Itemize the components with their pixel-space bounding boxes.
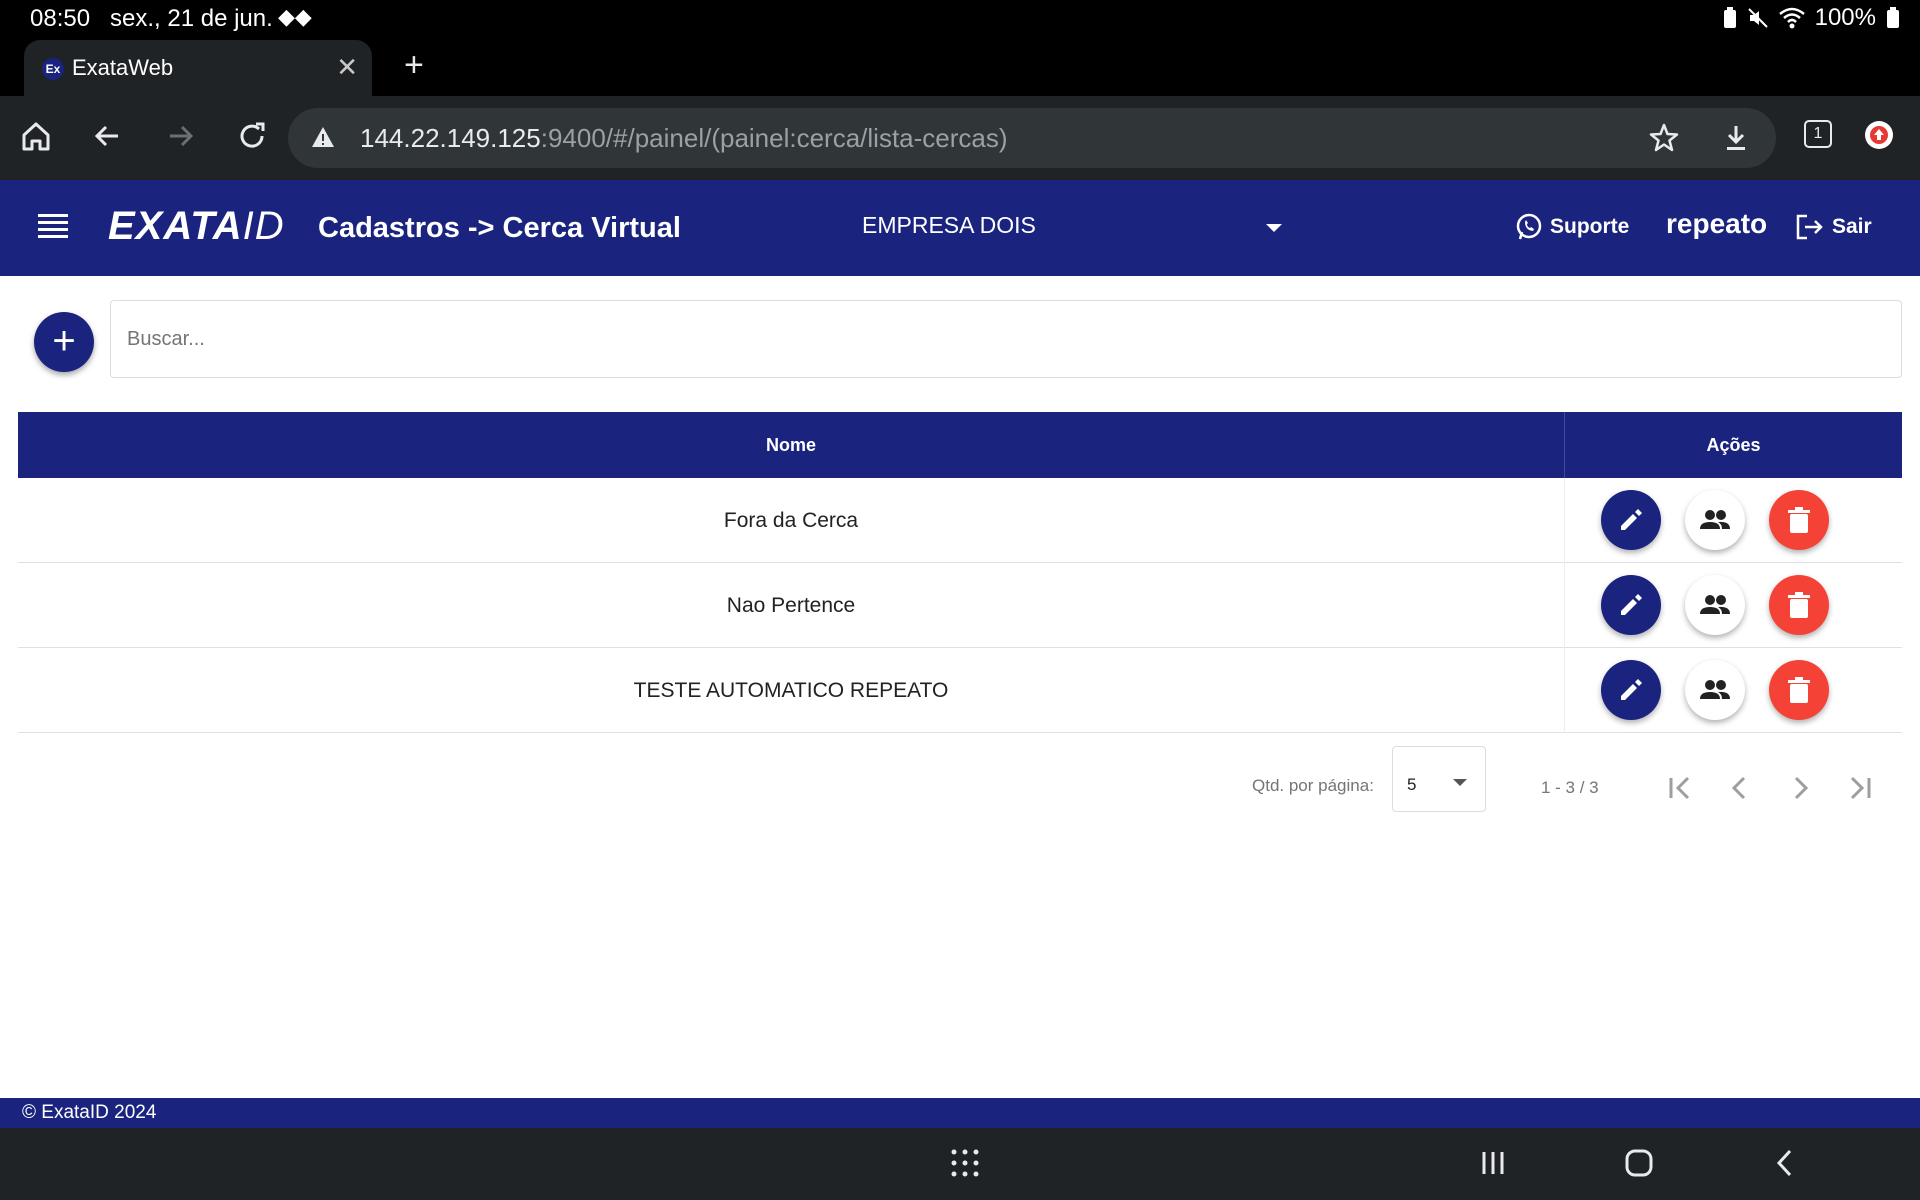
status-time: 08:50 bbox=[30, 5, 91, 32]
wifi-icon bbox=[1778, 7, 1805, 29]
recent-apps-icon[interactable] bbox=[1476, 1146, 1510, 1180]
chevron-down-icon bbox=[1266, 224, 1282, 232]
row-actions bbox=[1565, 648, 1902, 733]
edit-button[interactable] bbox=[1601, 575, 1661, 635]
browser-tab[interactable]: Ex ExataWeb ✕ bbox=[24, 40, 372, 96]
logout-label: Sair bbox=[1832, 215, 1872, 238]
whatsapp-icon bbox=[1516, 213, 1542, 240]
not-secure-icon[interactable] bbox=[310, 124, 336, 150]
pencil-icon bbox=[1621, 679, 1642, 700]
copyright: © ExataID 2024 bbox=[22, 1102, 157, 1123]
status-icons: 100% bbox=[1723, 4, 1900, 32]
first-page-icon[interactable] bbox=[1660, 768, 1700, 808]
tab-strip: Ex ExataWeb ✕ + bbox=[0, 36, 1920, 96]
nfc-icon: ◆◆ bbox=[278, 4, 312, 29]
app-header: EXATAID Cadastros -> Cerca Virtual EMPRE… bbox=[0, 180, 1920, 276]
browser-toolbar: 144.22.149.125:9400/#/painel/(painel:cer… bbox=[0, 96, 1920, 180]
url-text[interactable]: 144.22.149.125:9400/#/painel/(painel:cer… bbox=[360, 123, 1008, 154]
next-page-icon[interactable] bbox=[1780, 768, 1820, 808]
row-actions bbox=[1565, 478, 1902, 563]
previous-page-icon[interactable] bbox=[1720, 768, 1760, 808]
delete-button[interactable] bbox=[1769, 575, 1829, 635]
logout-button[interactable]: Sair bbox=[1794, 212, 1872, 242]
column-header-nome[interactable]: Nome bbox=[18, 412, 1565, 478]
footer: © ExataID 2024 bbox=[0, 1098, 1920, 1128]
logout-icon bbox=[1796, 214, 1823, 240]
chevron-down-icon bbox=[1453, 779, 1467, 786]
home-nav-icon[interactable] bbox=[1622, 1146, 1656, 1180]
table-body: Fora da Cerca Nao Pertence TESTE AUTOMAT… bbox=[18, 478, 1902, 733]
back-icon[interactable] bbox=[88, 116, 128, 156]
exataid-logo: EXATAID bbox=[108, 204, 285, 248]
edit-button[interactable] bbox=[1601, 660, 1661, 720]
people-icon bbox=[1700, 595, 1730, 614]
profile-update-icon[interactable] bbox=[1864, 120, 1894, 150]
column-header-acoes: Ações bbox=[1706, 435, 1761, 455]
menu-icon[interactable] bbox=[38, 214, 68, 240]
page-size-value: 5 bbox=[1407, 775, 1417, 794]
reload-icon[interactable] bbox=[232, 116, 272, 156]
battery-icon bbox=[1887, 7, 1899, 28]
support-label: Suporte bbox=[1550, 215, 1630, 238]
page-size-select[interactable]: 5 bbox=[1392, 746, 1486, 812]
home-icon[interactable] bbox=[16, 116, 56, 156]
edit-button[interactable] bbox=[1601, 490, 1661, 550]
table-row: TESTE AUTOMATICO REPEATO bbox=[18, 648, 1902, 733]
search-input[interactable] bbox=[110, 300, 1902, 378]
battery-saver-icon bbox=[1723, 7, 1736, 28]
favicon-icon: Ex bbox=[42, 58, 64, 80]
people-icon bbox=[1700, 510, 1730, 529]
app-drawer-icon[interactable] bbox=[948, 1146, 982, 1180]
last-page-icon[interactable] bbox=[1840, 768, 1880, 808]
pencil-icon bbox=[1621, 594, 1642, 615]
tab-switcher-button[interactable]: 1 bbox=[1804, 120, 1832, 148]
fence-name: Nao Pertence bbox=[18, 563, 1565, 648]
page-title: Cadastros -> Cerca Virtual bbox=[318, 212, 681, 244]
fences-table: Nome Ações Fora da Cerca Nao Pertence TE… bbox=[18, 412, 1902, 733]
support-button[interactable]: Suporte bbox=[1514, 212, 1629, 242]
mute-icon bbox=[1747, 8, 1768, 28]
bookmark-star-icon[interactable] bbox=[1648, 122, 1680, 154]
users-button[interactable] bbox=[1685, 575, 1745, 635]
users-button[interactable] bbox=[1685, 660, 1745, 720]
company-select[interactable]: EMPRESA DOIS bbox=[862, 212, 1282, 248]
fence-name: Fora da Cerca bbox=[18, 478, 1565, 563]
url-path: :9400/#/painel/(painel:cerca/lista-cerca… bbox=[540, 123, 1008, 153]
row-actions bbox=[1565, 563, 1902, 648]
table-header: Nome Ações bbox=[18, 412, 1902, 478]
forward-icon[interactable] bbox=[160, 116, 200, 156]
status-bar: 08:50 sex., 21 de jun. ◆◆ 100% bbox=[0, 0, 1920, 36]
status-date: sex., 21 de jun. bbox=[110, 5, 273, 32]
people-icon bbox=[1700, 680, 1730, 699]
url-host: 144.22.149.125 bbox=[360, 123, 541, 153]
delete-button[interactable] bbox=[1769, 660, 1829, 720]
trash-icon bbox=[1788, 507, 1810, 533]
username: repeato bbox=[1666, 208, 1768, 239]
battery-level: 100% bbox=[1814, 4, 1876, 31]
users-button[interactable] bbox=[1685, 490, 1745, 550]
close-tab-icon[interactable]: ✕ bbox=[336, 52, 358, 83]
back-nav-icon[interactable] bbox=[1768, 1146, 1802, 1180]
trash-icon bbox=[1788, 592, 1810, 618]
android-nav-bar bbox=[0, 1128, 1920, 1200]
page-size-label: Qtd. por página: bbox=[1252, 776, 1374, 795]
tab-count: 1 bbox=[1813, 125, 1823, 142]
address-bar[interactable]: 144.22.149.125:9400/#/painel/(painel:cer… bbox=[288, 108, 1776, 168]
add-fence-button[interactable]: + bbox=[34, 312, 94, 372]
table-row: Nao Pertence bbox=[18, 563, 1902, 648]
paginator: Qtd. por página: 5 1 - 3 / 3 bbox=[0, 746, 1920, 816]
company-select-value: EMPRESA DOIS bbox=[862, 212, 1036, 238]
pencil-icon bbox=[1621, 509, 1642, 530]
new-tab-button[interactable]: + bbox=[404, 46, 424, 85]
delete-button[interactable] bbox=[1769, 490, 1829, 550]
download-icon[interactable] bbox=[1720, 122, 1752, 154]
fence-name: TESTE AUTOMATICO REPEATO bbox=[18, 648, 1565, 733]
trash-icon bbox=[1788, 677, 1810, 703]
table-row: Fora da Cerca bbox=[18, 478, 1902, 563]
tab-title: ExataWeb bbox=[72, 55, 174, 80]
page-range: 1 - 3 / 3 bbox=[1541, 778, 1599, 797]
